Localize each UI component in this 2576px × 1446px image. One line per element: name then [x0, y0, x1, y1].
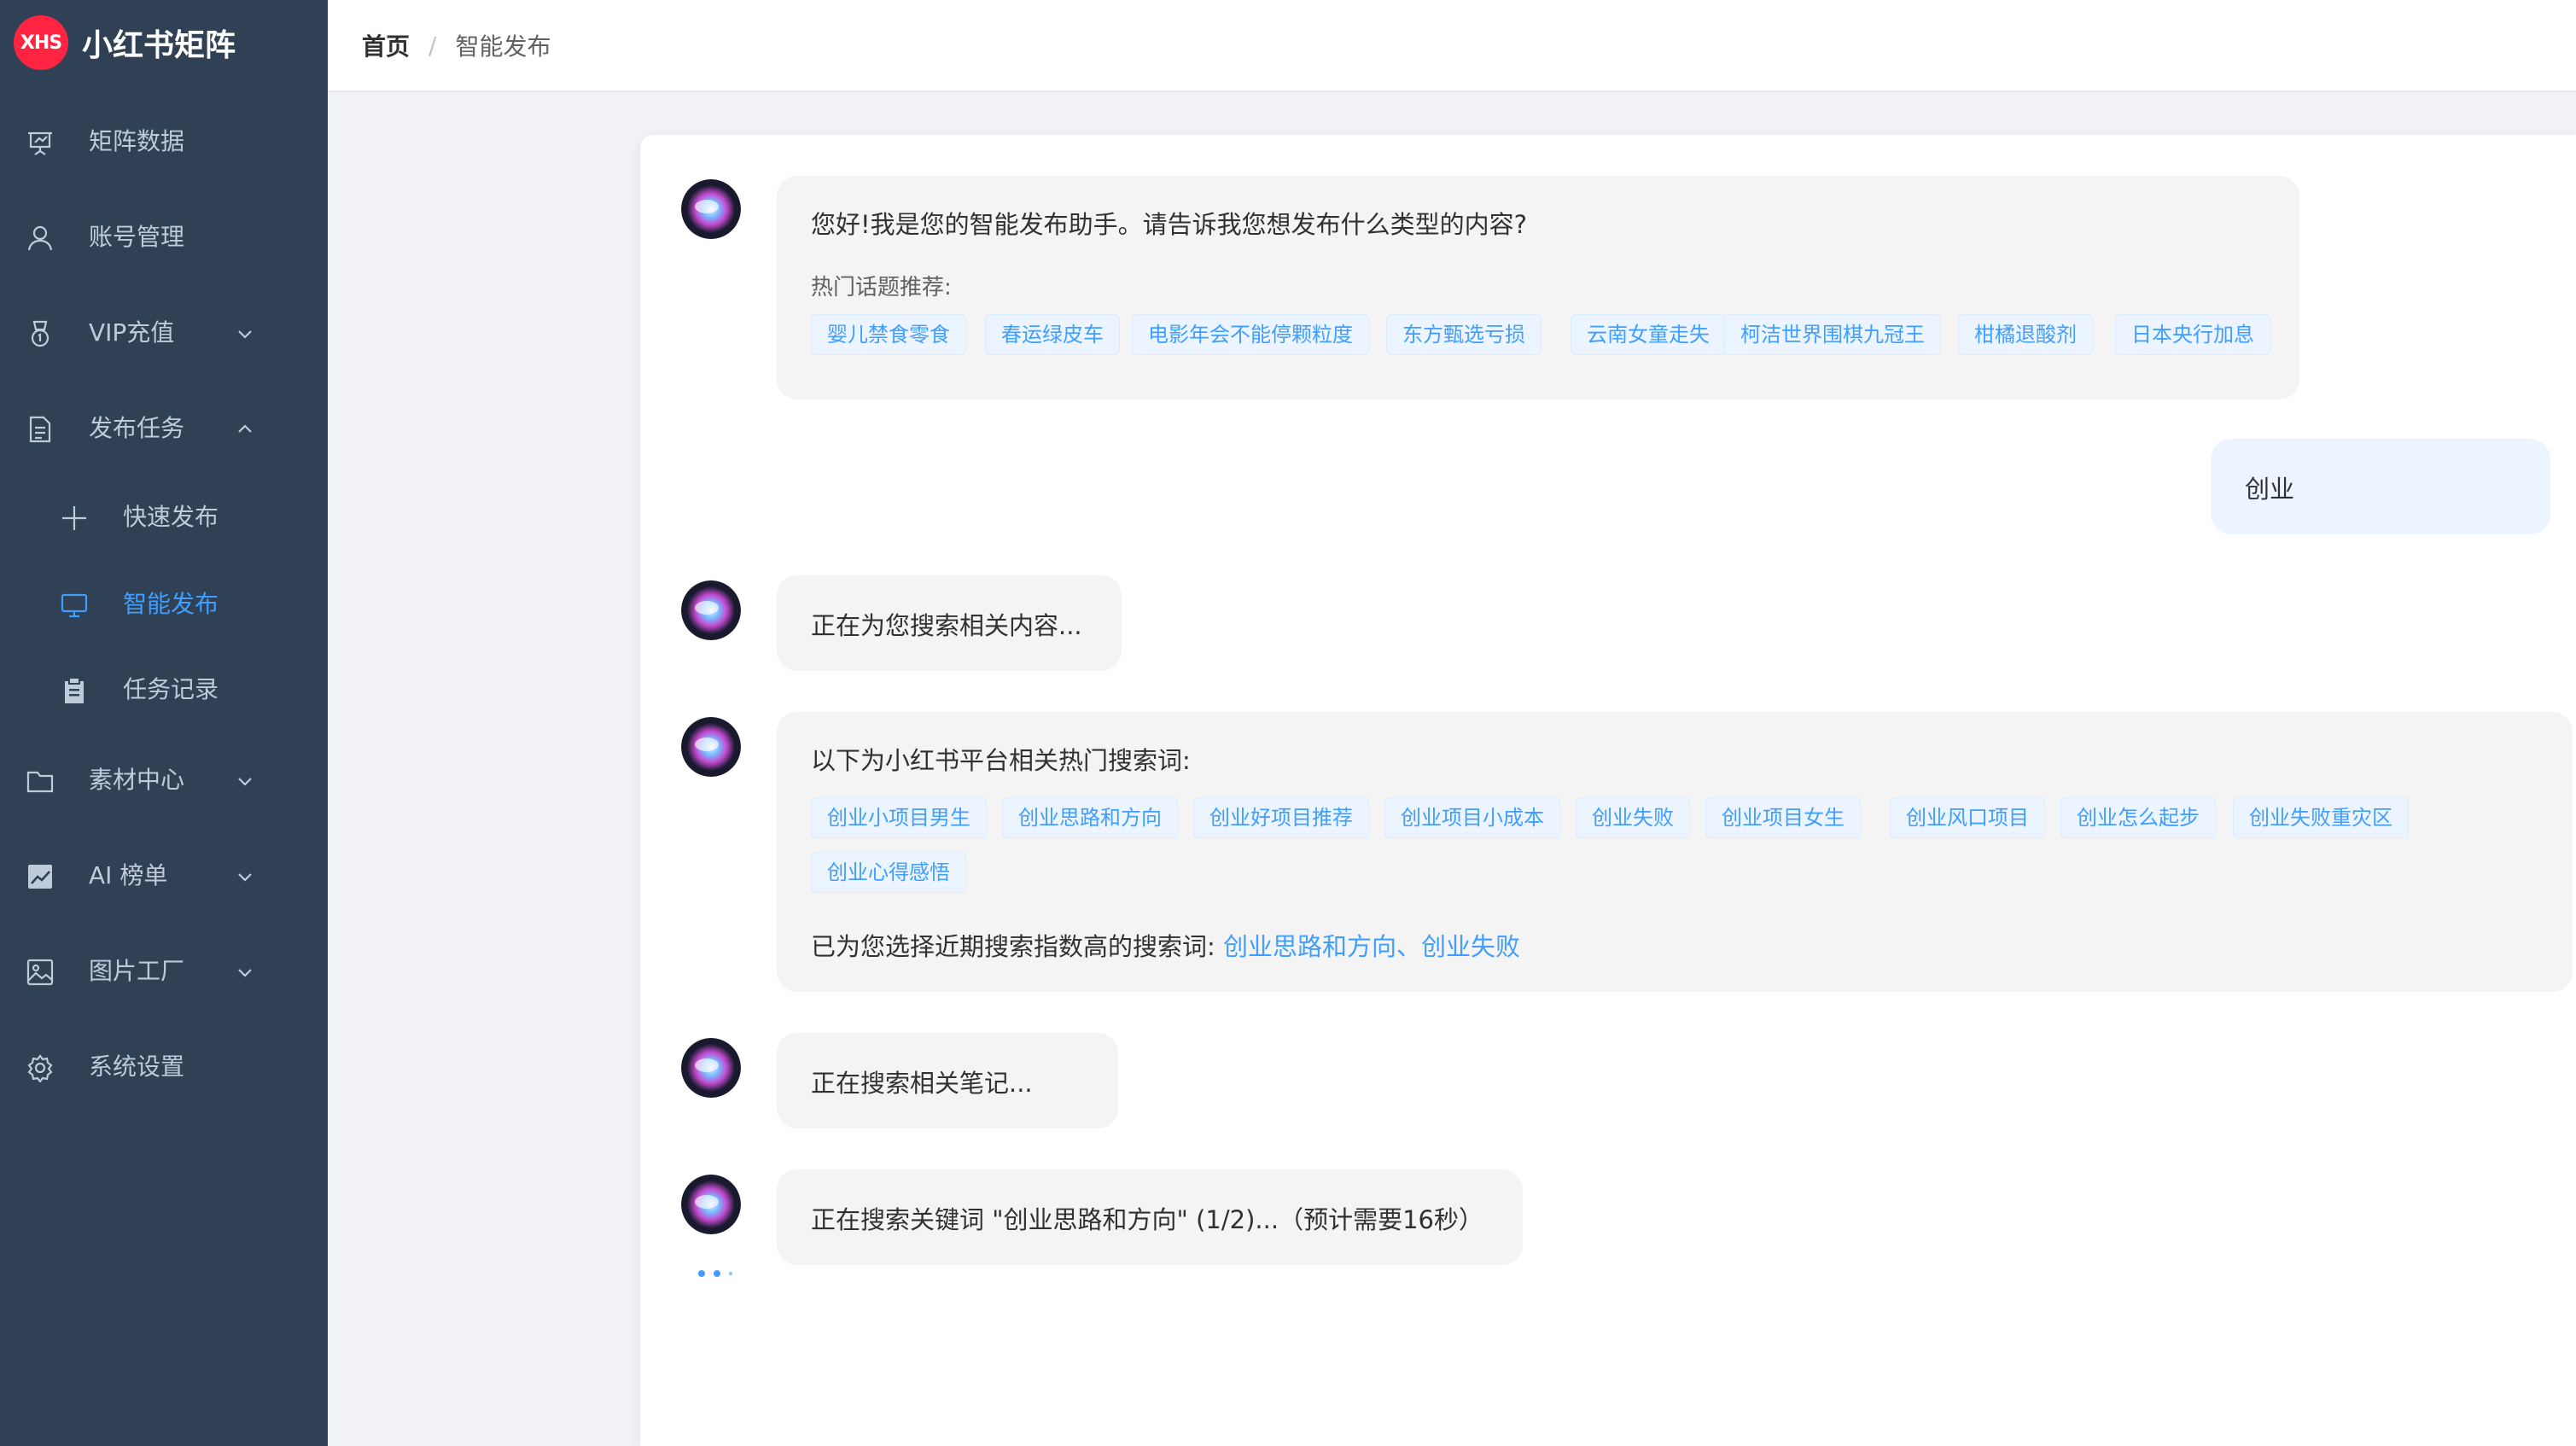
- breadcrumb: 首页 / 智能发布: [362, 28, 551, 62]
- hot-topic-tag[interactable]: 云南女童走失: [1571, 314, 1726, 355]
- hot-topic-tag[interactable]: 东方甄选亏损: [1386, 314, 1542, 355]
- presentation-chart-icon: [28, 131, 52, 155]
- assistant-message: 正在搜索相关笔记...: [777, 1033, 1118, 1128]
- sidebar-item-matrix-data[interactable]: 矩阵数据: [0, 108, 328, 176]
- keyword-tag[interactable]: 创业风口项目: [1890, 797, 2045, 838]
- sidebar-item-label: 矩阵数据: [89, 127, 185, 155]
- hot-topic-tag[interactable]: 婴儿禁食零食: [811, 314, 966, 355]
- hot-topic-tag[interactable]: 春运绿皮车: [985, 314, 1120, 355]
- assistant-message: 正在为您搜索相关内容...: [777, 575, 1122, 671]
- keyword-tag[interactable]: 创业好项目推荐: [1193, 797, 1369, 838]
- plus-icon: [62, 506, 86, 530]
- picture-icon: [26, 959, 54, 986]
- message-text: 创业: [2245, 475, 2295, 504]
- document-icon: [29, 416, 51, 443]
- sidebar-item-label: 任务记录: [123, 675, 219, 703]
- sidebar-item-label: 发布任务: [89, 414, 185, 442]
- chevron-down-icon: [238, 873, 252, 882]
- hot-topics-label: 热门话题推荐:: [811, 275, 952, 300]
- chevron-down-icon: [238, 778, 252, 786]
- sidebar-item-smart-publish[interactable]: 智能发布: [0, 570, 328, 638]
- message-text: 正在为您搜索相关内容...: [811, 611, 1082, 640]
- sidebar: XHS 小红书矩阵 矩阵数据 账号管理 VIP充值 发布任务 快速发布 智能发布…: [0, 0, 328, 1446]
- sidebar-item-image-factory[interactable]: 图片工厂: [0, 937, 328, 1006]
- sidebar-item-publish-task[interactable]: 发布任务: [0, 394, 328, 463]
- sidebar-item-settings[interactable]: 系统设置: [0, 1033, 328, 1101]
- sidebar-item-material[interactable]: 素材中心: [0, 746, 328, 814]
- selected-keywords[interactable]: 创业思路和方向、创业失败: [1223, 932, 1520, 961]
- sidebar-item-ai-ranking[interactable]: AI 榜单: [0, 842, 328, 910]
- top-header: 首页 / 智能发布: [328, 0, 2576, 92]
- assistant-avatar: [681, 580, 741, 640]
- app-logo[interactable]: XHS 小红书矩阵: [0, 0, 328, 85]
- message-text: 正在搜索相关笔记...: [811, 1069, 1033, 1098]
- chevron-up-icon: [238, 424, 252, 433]
- typing-dot: [714, 1270, 720, 1277]
- logo-badge: XHS: [14, 15, 68, 70]
- hot-topic-tag[interactable]: 柑橘退酸剂: [1958, 314, 2093, 355]
- keyword-tag[interactable]: 创业思路和方向: [1002, 797, 1178, 838]
- app-title: 小红书矩阵: [82, 28, 236, 63]
- assistant-message: 您好!我是您的智能发布助手。请告诉我您想发布什么类型的内容? 热门话题推荐: 婴…: [777, 176, 2299, 399]
- user-message: 创业: [2211, 439, 2550, 534]
- sidebar-item-label: 智能发布: [123, 590, 219, 618]
- sidebar-item-label: VIP充值: [89, 318, 175, 347]
- gear-icon: [27, 1054, 53, 1082]
- sidebar-item-label: 账号管理: [89, 223, 185, 251]
- assistant-avatar: [681, 1175, 741, 1234]
- sidebar-item-vip[interactable]: VIP充值: [0, 299, 328, 367]
- assistant-avatar: [681, 1038, 741, 1098]
- keyword-tag[interactable]: 创业心得感悟: [811, 852, 966, 893]
- hot-topic-tag[interactable]: 柯洁世界围棋九冠王: [1724, 314, 1941, 355]
- message-text: 正在搜索关键词 "创业思路和方向" (1/2)...（预计需要16秒）: [811, 1205, 1483, 1234]
- assistant-avatar: [681, 179, 741, 239]
- chevron-down-icon: [238, 330, 252, 339]
- sidebar-item-label: 系统设置: [89, 1052, 185, 1081]
- assistant-avatar: [681, 717, 741, 777]
- selected-keywords-line: 已为您选择近期搜索指数高的搜索词: 创业思路和方向、创业失败: [811, 927, 1520, 963]
- hot-topic-tag[interactable]: 日本央行加息: [2115, 314, 2270, 355]
- message-text: 您好!我是您的智能发布助手。请告诉我您想发布什么类型的内容?: [811, 210, 1528, 239]
- user-icon: [27, 225, 53, 251]
- folder-icon: [26, 771, 54, 793]
- medal-icon: [31, 320, 50, 347]
- keyword-tag[interactable]: 创业小项目男生: [811, 797, 987, 838]
- typing-dot: [698, 1270, 705, 1277]
- keyword-tag[interactable]: 创业项目女生: [1705, 797, 1861, 838]
- sidebar-item-account[interactable]: 账号管理: [0, 203, 328, 271]
- selected-prefix: 已为您选择近期搜索指数高的搜索词:: [811, 932, 1223, 961]
- chat-panel: 您好!我是您的智能发布助手。请告诉我您想发布什么类型的内容? 热门话题推荐: 婴…: [640, 135, 2576, 1446]
- assistant-message: 以下为小红书平台相关热门搜索词: 创业小项目男生 创业思路和方向 创业好项目推荐…: [777, 712, 2573, 992]
- sidebar-item-label: 素材中心: [89, 766, 185, 794]
- breadcrumb-separator: /: [428, 31, 437, 60]
- sidebar-item-label: AI 榜单: [89, 861, 168, 889]
- breadcrumb-current: 智能发布: [455, 32, 551, 61]
- assistant-message: 正在搜索关键词 "创业思路和方向" (1/2)...（预计需要16秒）: [777, 1169, 1523, 1265]
- sidebar-item-task-record[interactable]: 任务记录: [0, 656, 328, 724]
- keyword-tag[interactable]: 创业项目小成本: [1384, 797, 1560, 838]
- chevron-down-icon: [238, 969, 252, 977]
- trend-chart-icon: [28, 865, 52, 889]
- message-text: 以下为小红书平台相关热门搜索词:: [811, 746, 1191, 775]
- keyword-tag[interactable]: 创业怎么起步: [2060, 797, 2216, 838]
- sidebar-item-quick-publish[interactable]: 快速发布: [0, 483, 328, 551]
- clipboard-icon: [65, 679, 84, 703]
- monitor-icon: [61, 593, 88, 618]
- typing-dot: [729, 1272, 732, 1275]
- breadcrumb-home[interactable]: 首页: [362, 28, 410, 62]
- sidebar-item-label: 快速发布: [123, 503, 219, 531]
- typing-indicator: [698, 1270, 732, 1277]
- keyword-tag[interactable]: 创业失败: [1576, 797, 1690, 838]
- sidebar-item-label: 图片工厂: [89, 957, 185, 985]
- hot-topic-tag[interactable]: 电影年会不能停颗粒度: [1132, 314, 1369, 355]
- keyword-tag[interactable]: 创业失败重灾区: [2233, 797, 2409, 838]
